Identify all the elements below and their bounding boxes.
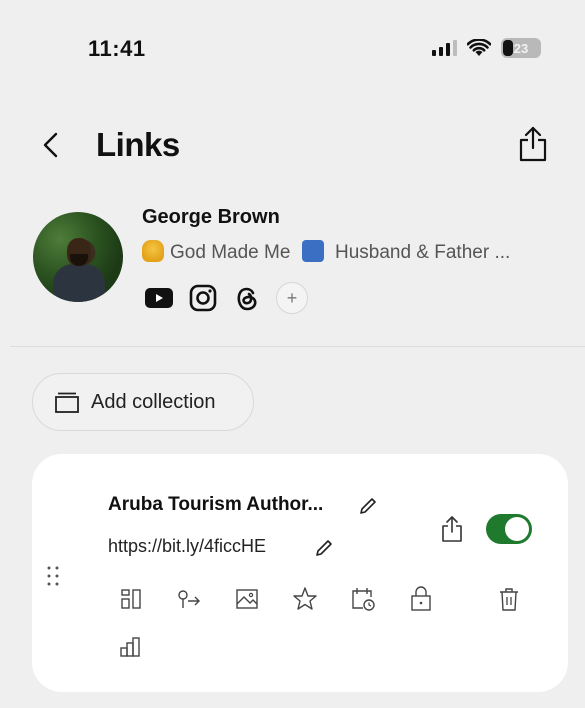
layout-icon[interactable] <box>118 586 144 612</box>
add-collection-button[interactable]: Add collection <box>32 373 254 431</box>
family-icon <box>301 240 324 262</box>
profile-bio: God Made Me Husband & Father ... <box>142 240 510 264</box>
analytics-icon[interactable] <box>118 634 144 660</box>
edit-url-pencil-icon[interactable] <box>314 538 334 558</box>
link-enabled-toggle[interactable] <box>486 514 532 544</box>
link-share-icon[interactable] <box>440 514 464 544</box>
share-icon[interactable] <box>517 124 549 164</box>
instagram-icon[interactable] <box>188 283 218 313</box>
add-collection-label: Add collection <box>91 390 216 413</box>
schedule-icon[interactable] <box>350 586 376 612</box>
wifi-icon <box>467 39 491 56</box>
add-social-button[interactable]: + <box>276 282 308 314</box>
avatar[interactable] <box>33 212 123 302</box>
trash-icon[interactable] <box>496 586 522 612</box>
link-title[interactable]: Aruba Tourism Author... <box>108 494 323 516</box>
status-icons: 23 <box>432 38 541 58</box>
nav-bar: Links <box>0 118 585 174</box>
threads-icon[interactable] <box>232 283 262 313</box>
divider <box>10 346 585 347</box>
chevron-left-icon[interactable] <box>38 130 64 160</box>
battery-icon: 23 <box>501 38 541 58</box>
praying-hands-icon <box>142 240 164 262</box>
link-card: Aruba Tourism Author... https://bit.ly/4… <box>32 454 568 692</box>
drag-handle-icon[interactable] <box>46 564 60 588</box>
lock-icon[interactable] <box>408 586 434 612</box>
status-time: 11:41 <box>88 36 146 61</box>
link-url[interactable]: https://bit.ly/4ficcHE <box>108 536 266 557</box>
page-title: Links <box>96 126 180 163</box>
youtube-icon[interactable] <box>144 283 174 313</box>
image-icon[interactable] <box>234 586 260 612</box>
status-bar: 11:41 23 <box>0 0 585 100</box>
star-icon[interactable] <box>292 586 318 612</box>
cellular-signal-icon <box>432 40 457 56</box>
bio-text-1: God Made Me <box>170 242 291 263</box>
redirect-icon[interactable] <box>176 586 202 612</box>
profile-name: George Brown <box>142 206 280 228</box>
collection-icon <box>55 392 79 413</box>
edit-title-pencil-icon[interactable] <box>358 496 378 516</box>
profile-section: George Brown God Made Me Husband & Fathe… <box>0 200 585 314</box>
social-links: + <box>144 282 308 314</box>
bio-text-2: Husband & Father ... <box>334 242 511 263</box>
battery-level: 23 <box>513 40 529 56</box>
